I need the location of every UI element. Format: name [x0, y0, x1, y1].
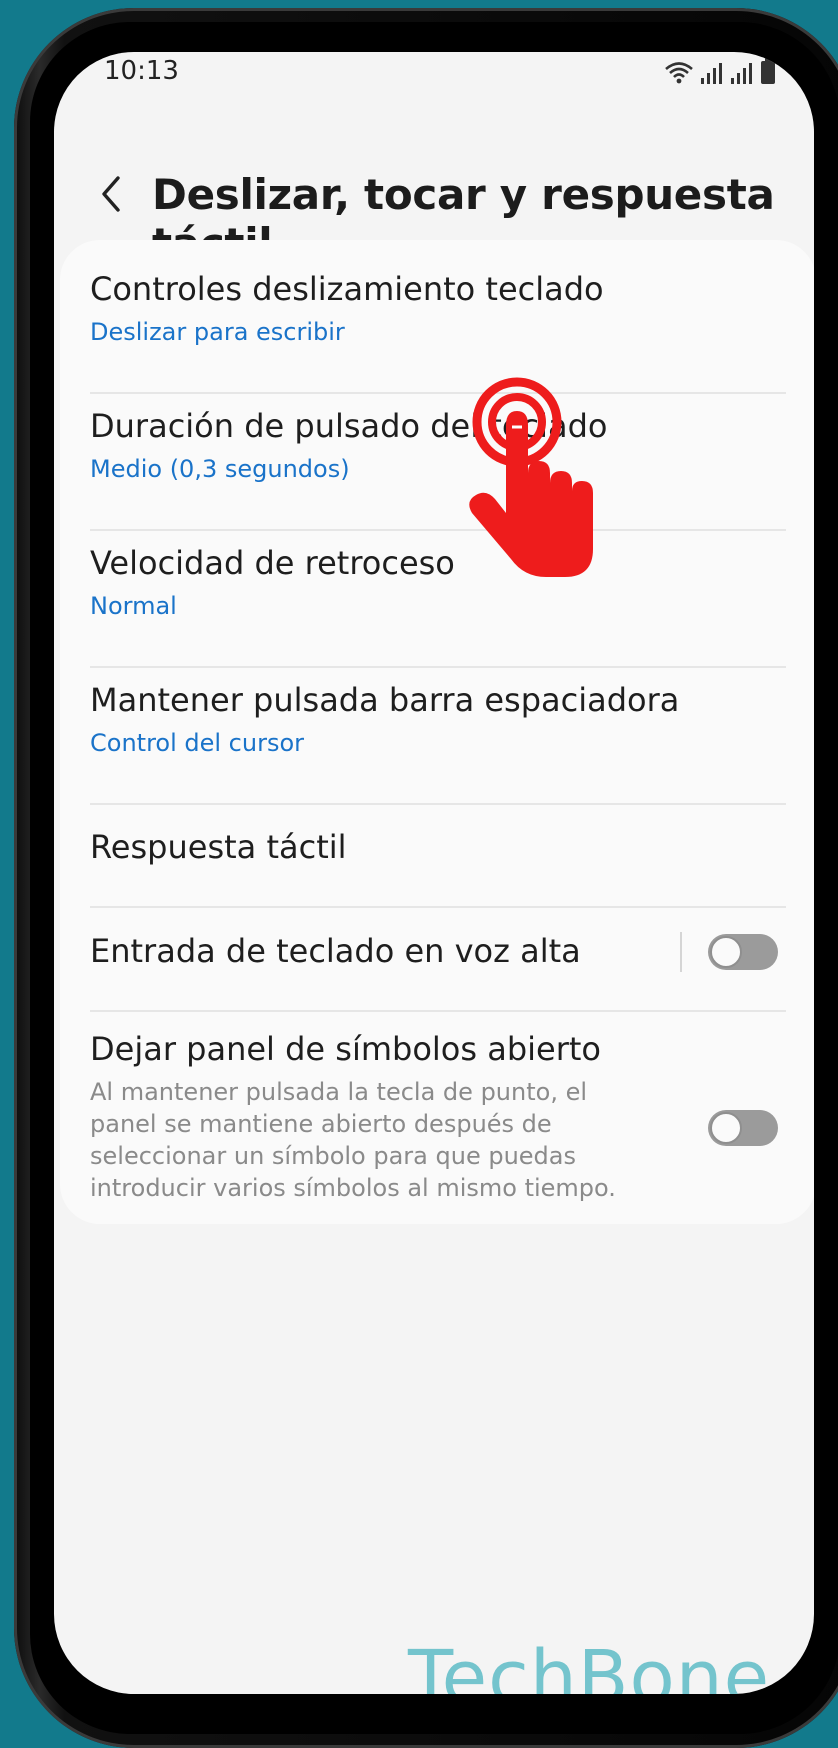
setting-title: Controles deslizamiento teclado — [90, 270, 604, 308]
divider — [90, 392, 786, 394]
setting-spacebar-hold[interactable]: Mantener pulsada barra espaciadora Contr… — [90, 681, 786, 757]
status-bar: 10:13 — [54, 52, 814, 112]
status-icons — [664, 58, 776, 84]
tap-hand-icon — [462, 373, 612, 583]
divider — [90, 1010, 786, 1012]
setting-value: Control del cursor — [90, 729, 305, 757]
battery-icon — [760, 58, 776, 84]
setting-press-duration[interactable]: Duración de pulsado del teclado Medio (0… — [90, 407, 786, 483]
signal-icon — [700, 62, 724, 84]
setting-title: Velocidad de retroceso — [90, 544, 455, 582]
toggle-knob — [710, 936, 742, 968]
setting-haptic-feedback[interactable]: Respuesta táctil — [90, 828, 786, 866]
toggle-knob — [710, 1112, 742, 1144]
setting-backspace-speed[interactable]: Velocidad de retroceso Normal — [90, 544, 786, 620]
watermark: TechBone — [408, 1635, 771, 1694]
setting-swipe-controls[interactable]: Controles deslizamiento teclado Deslizar… — [90, 270, 786, 346]
setting-description: Al mantener pulsada la tecla de punto, e… — [90, 1078, 616, 1202]
setting-title: Dejar panel de símbolos abierto — [90, 1030, 601, 1068]
setting-title: Respuesta táctil — [90, 828, 347, 866]
header: Deslizar, tocar y respuesta táctil — [54, 152, 814, 268]
setting-value: Normal — [90, 592, 177, 620]
separator — [680, 932, 682, 972]
setting-symbols-panel[interactable]: Dejar panel de símbolos abierto Al mante… — [90, 1030, 786, 1204]
status-time: 10:13 — [104, 56, 179, 86]
divider — [90, 906, 786, 908]
divider — [90, 529, 786, 531]
wifi-icon — [664, 60, 694, 84]
divider — [90, 666, 786, 668]
setting-value: Deslizar para escribir — [90, 318, 345, 346]
setting-read-aloud[interactable]: Entrada de teclado en voz alta — [90, 932, 786, 982]
divider — [90, 803, 786, 805]
read-aloud-toggle[interactable] — [708, 934, 778, 970]
setting-value: Medio (0,3 segundos) — [90, 455, 350, 483]
phone-screen: 10:13 Deslizar, tocar y respuesta Contro… — [54, 52, 814, 1694]
setting-title: Mantener pulsada barra espaciadora — [90, 681, 680, 719]
setting-title: Duración de pulsado del teclado — [90, 407, 608, 445]
signal-icon — [730, 62, 754, 84]
settings-card: Controles deslizamiento teclado Deslizar… — [60, 240, 814, 1224]
symbols-panel-toggle[interactable] — [708, 1110, 778, 1146]
chevron-left-icon[interactable] — [94, 172, 130, 216]
